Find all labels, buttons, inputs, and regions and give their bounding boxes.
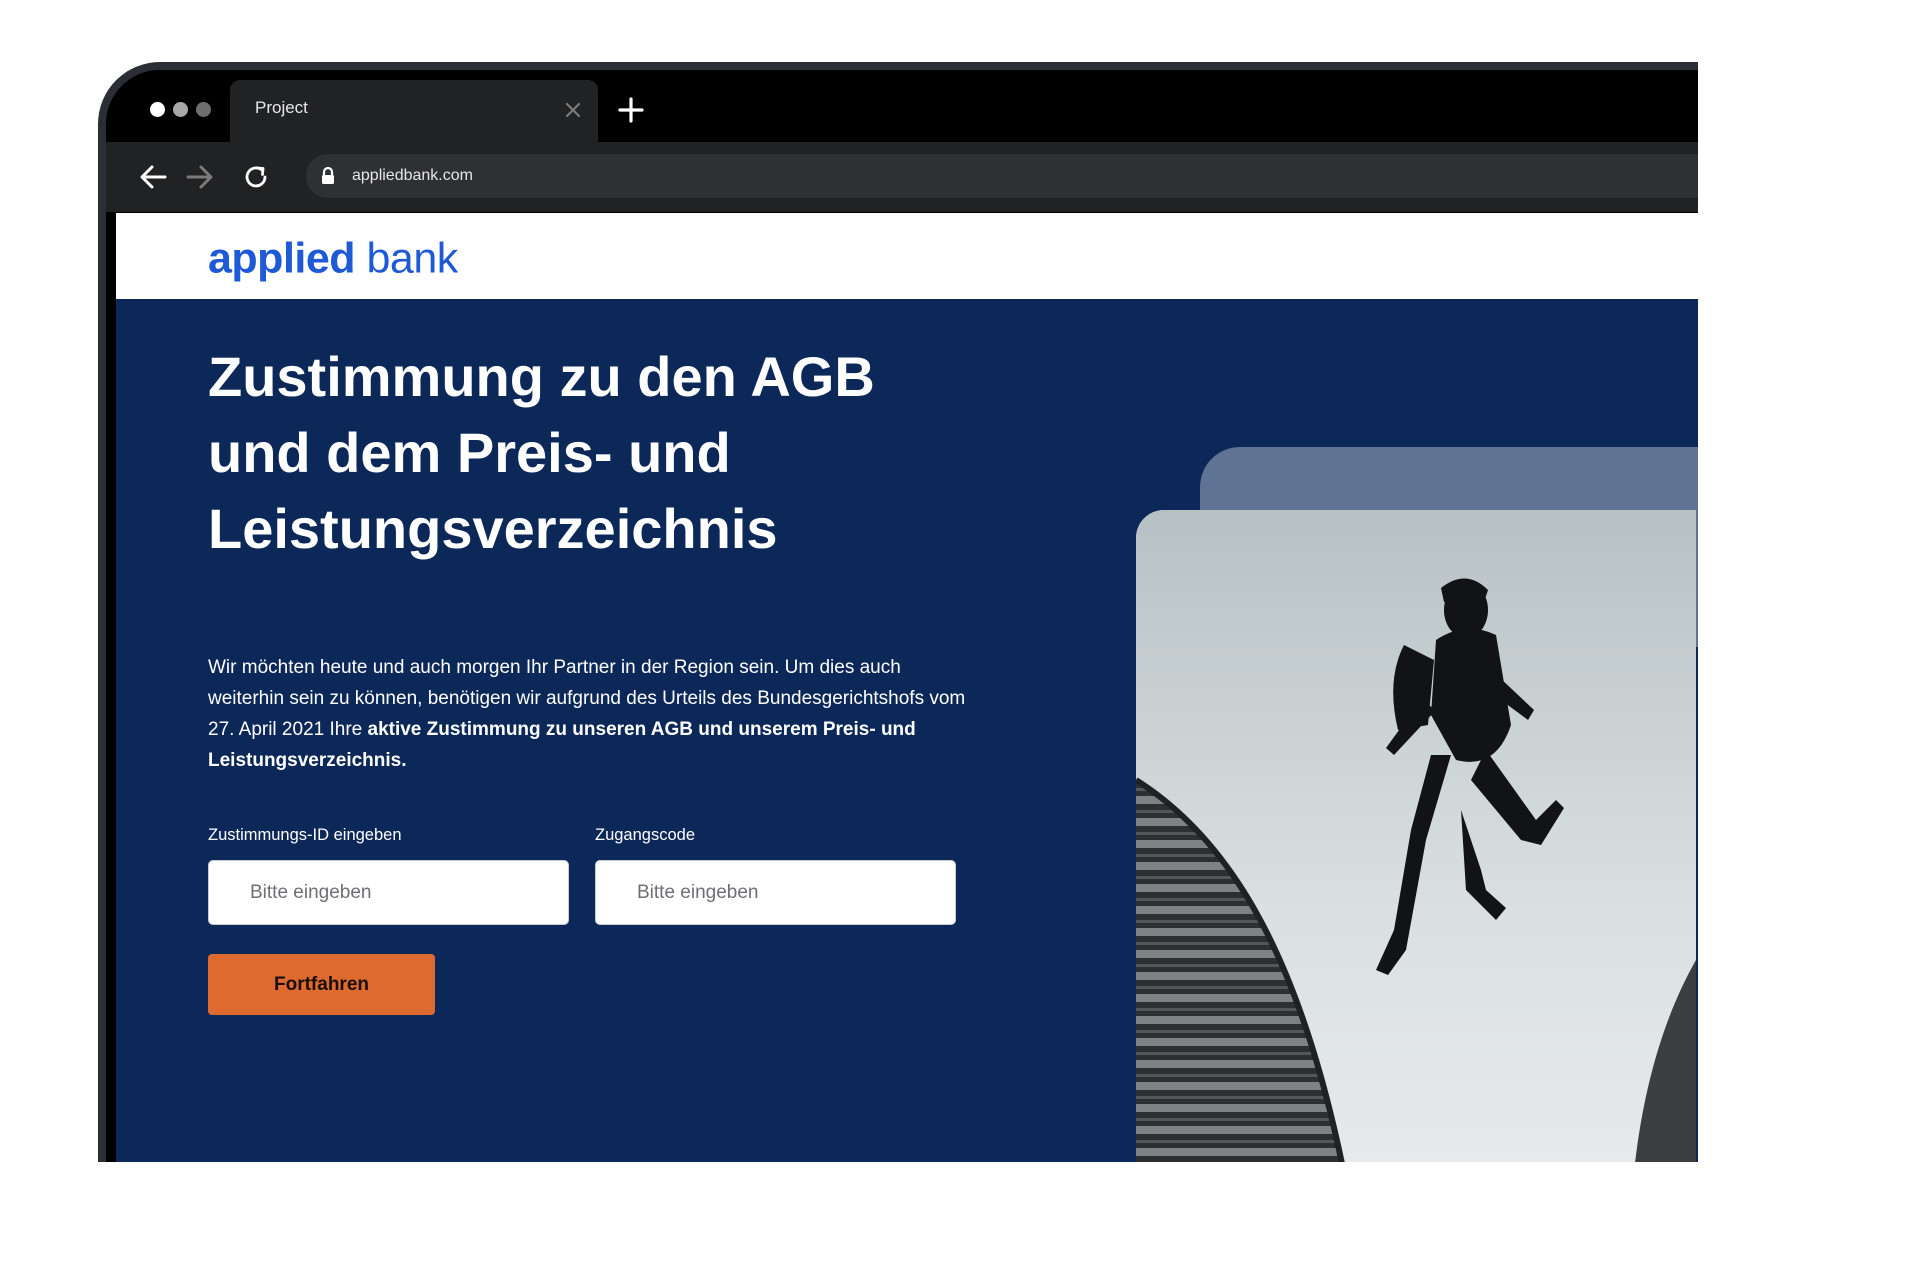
reload-icon[interactable] <box>241 162 271 192</box>
window-minimize-dot[interactable] <box>173 102 188 117</box>
tab-title: Project <box>255 98 308 117</box>
access-code-label: Zugangscode <box>595 826 695 844</box>
logo-secondary: bank <box>366 234 458 283</box>
browser-window: Project appliedbank.com applied bank Zus… <box>106 70 1698 1162</box>
brand-logo[interactable]: applied bank <box>208 235 458 284</box>
address-bar[interactable]: appliedbank.com <box>306 154 1698 198</box>
plus-icon[interactable] <box>618 97 644 123</box>
web-page: applied bank Zustimmung zu den AGB und d… <box>116 213 1698 1162</box>
site-header: applied bank <box>116 213 1698 299</box>
url-text[interactable]: appliedbank.com <box>352 167 473 185</box>
arrow-right-icon[interactable] <box>185 162 215 192</box>
consent-id-field-group: Zustimmungs-ID eingeben <box>208 825 570 925</box>
continue-button[interactable]: Fortfahren <box>208 954 435 1015</box>
consent-id-input[interactable] <box>208 860 569 925</box>
window-close-dot[interactable] <box>150 102 165 117</box>
browser-tab[interactable]: Project <box>230 80 598 142</box>
tab-strip: Project <box>106 70 1698 142</box>
arrow-left-icon[interactable] <box>138 162 168 192</box>
close-icon[interactable] <box>564 101 582 119</box>
logo-primary: applied <box>208 234 356 283</box>
access-code-input[interactable] <box>595 860 956 925</box>
access-code-field-group: Zugangscode <box>595 825 957 925</box>
lock-icon <box>322 166 334 184</box>
intro-paragraph: Wir möchten heute und auch morgen Ihr Pa… <box>208 652 968 776</box>
consent-id-label: Zustimmungs-ID eingeben <box>208 826 402 844</box>
page-title: Zustimmung zu den AGB und dem Preis- und… <box>208 345 875 560</box>
window-zoom-dot[interactable] <box>196 102 211 117</box>
window-controls <box>150 102 211 117</box>
browser-toolbar: appliedbank.com <box>106 142 1698 212</box>
jumping-person-photo <box>1136 510 1696 1162</box>
device-frame: Project appliedbank.com applied bank Zus… <box>98 62 1698 1162</box>
hero-photo <box>1136 510 1696 1162</box>
